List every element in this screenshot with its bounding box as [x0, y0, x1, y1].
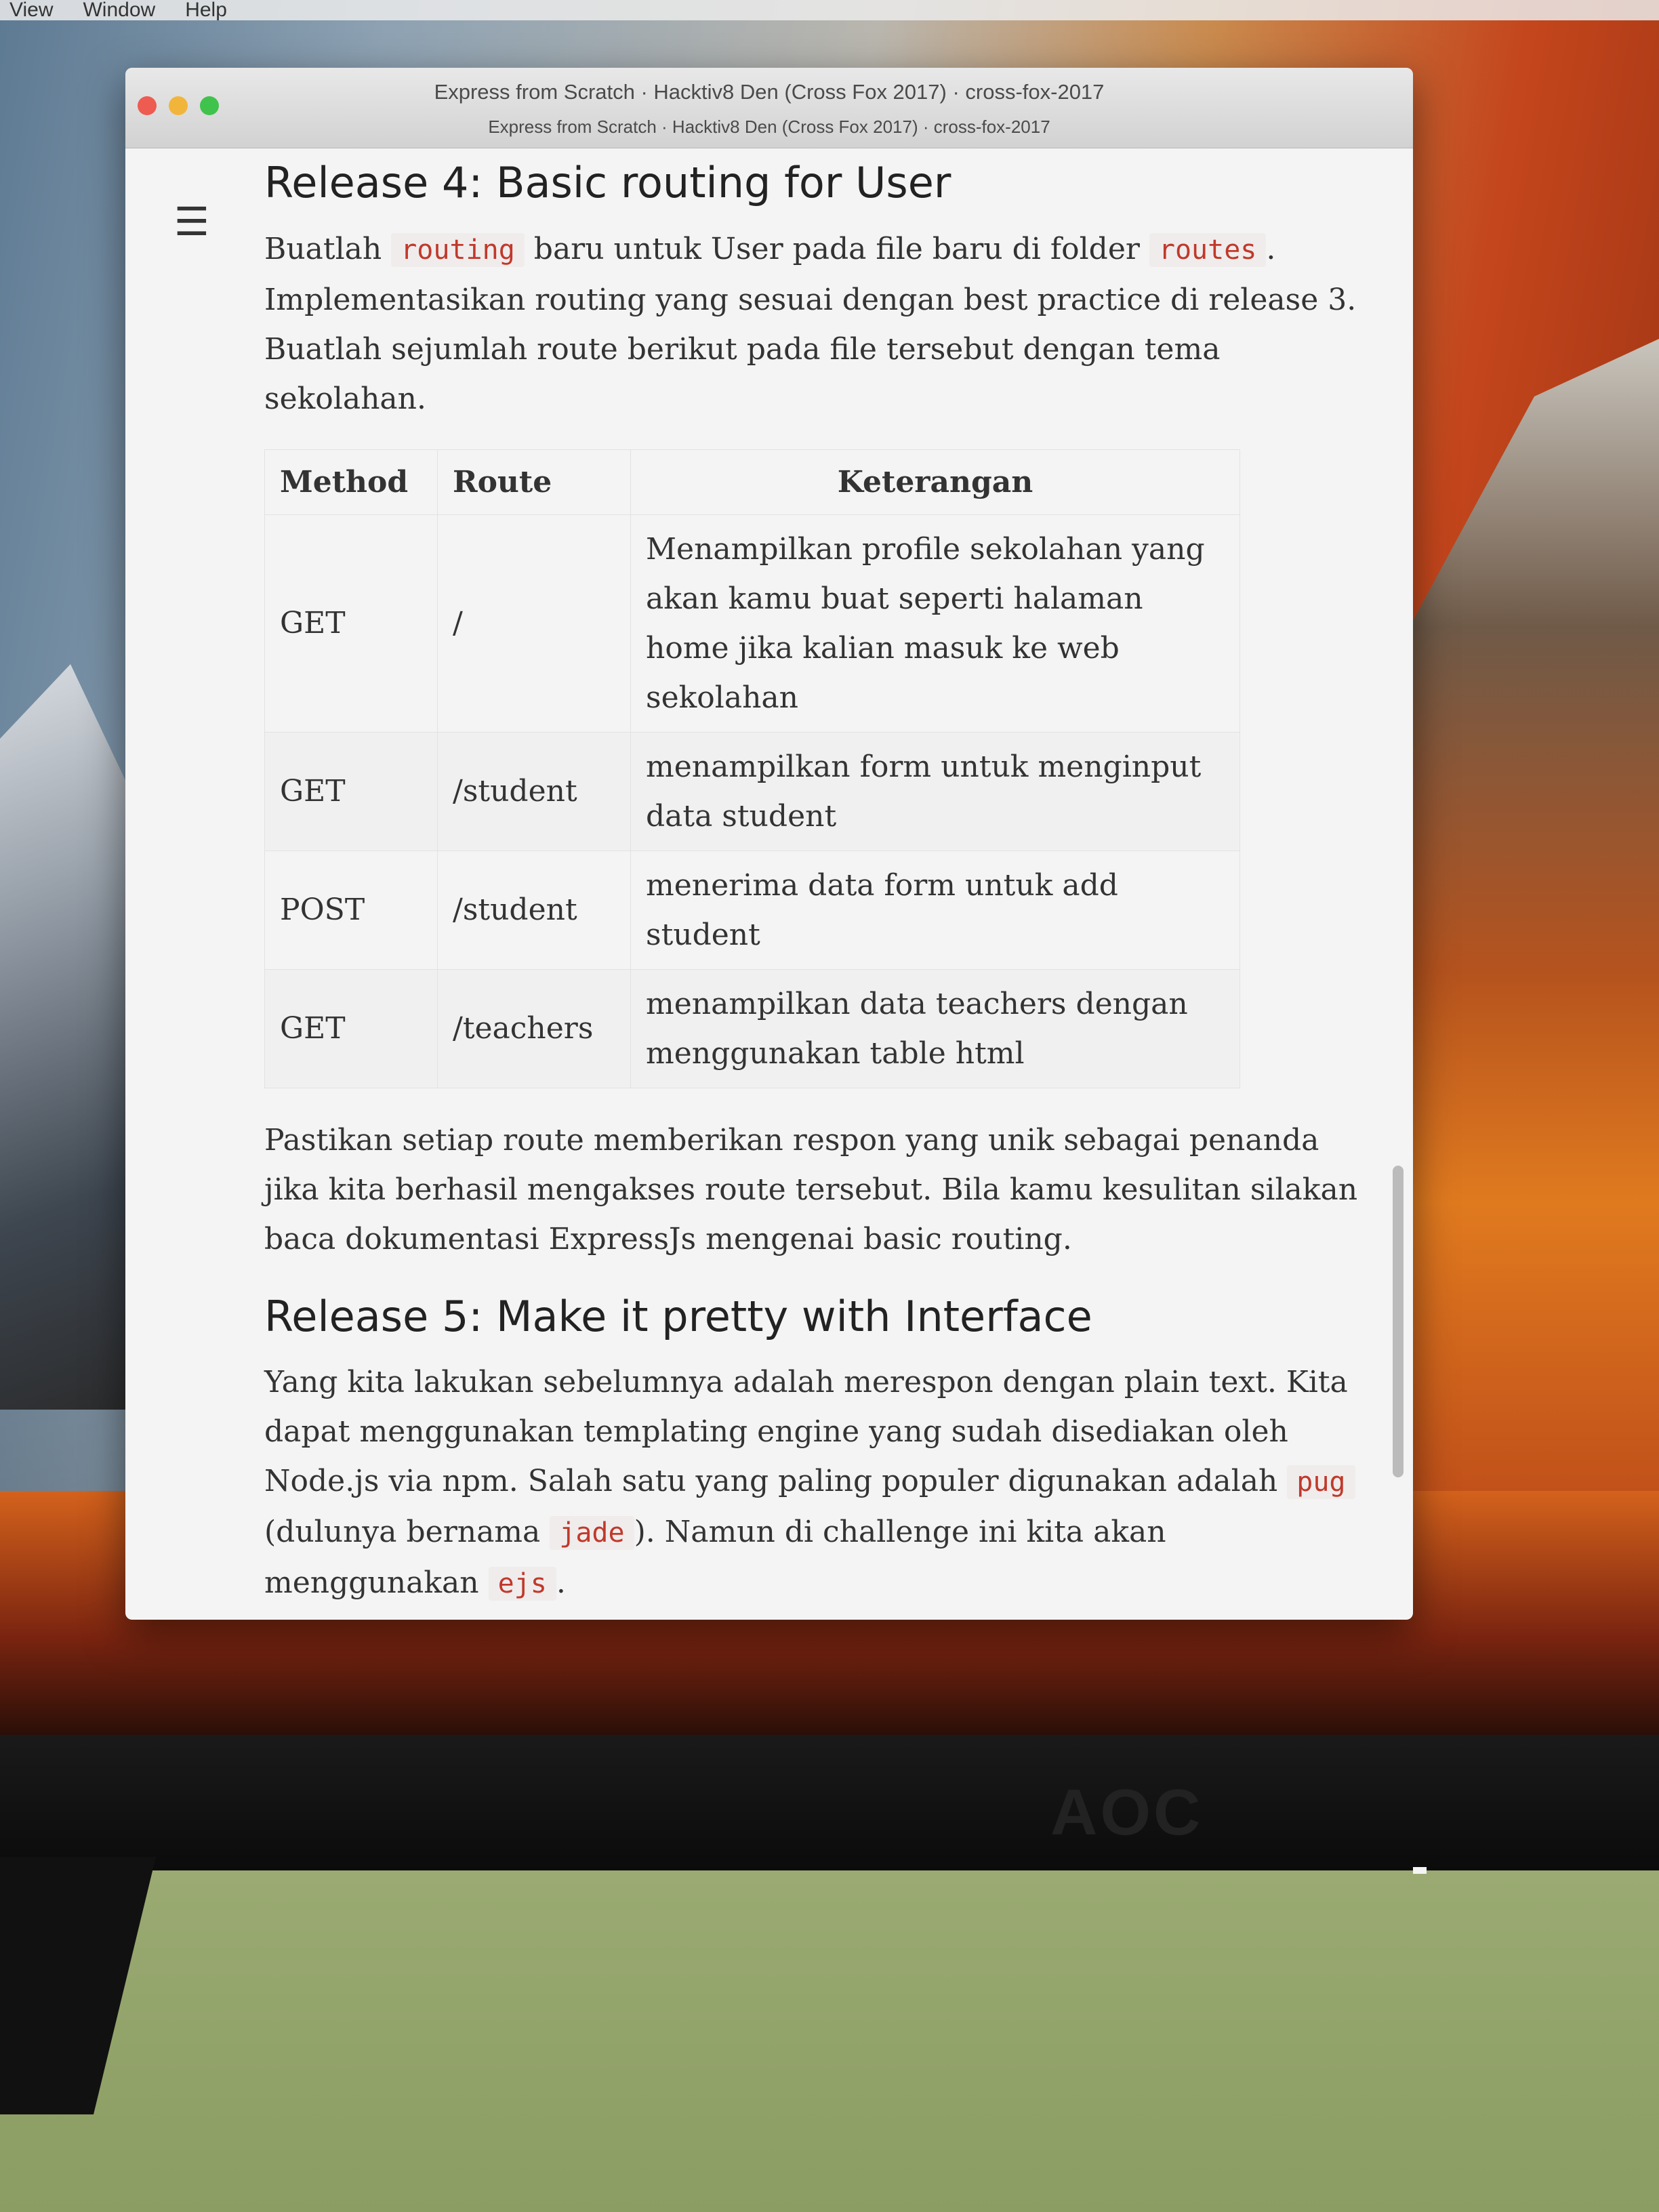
code-jade: jade [550, 1516, 634, 1551]
cell-method: GET [264, 514, 438, 733]
text-run: Buatlah [264, 231, 392, 266]
header-keterangan: Keterangan [630, 449, 1240, 515]
text-run: . [556, 1565, 566, 1601]
release5-heading: Release 5: Make it pretty with Interface [264, 1291, 1092, 1341]
monitor-bezel [0, 1735, 1659, 1870]
vertical-scrollbar[interactable] [1393, 1166, 1404, 1477]
cell-desc: menampilkan form untuk menginput data st… [630, 731, 1240, 851]
cell-method: GET [264, 731, 438, 851]
table-row: GET /teachers menampilkan data teachers … [264, 968, 1240, 1088]
text-run: Yang kita lakukan sebelumnya adalah mere… [264, 1365, 1348, 1499]
page-content: Release 4: Basic routing for User Buatla… [264, 156, 1369, 1620]
code-routing: routing [391, 232, 525, 267]
cell-route: / [437, 514, 631, 733]
browser-window: Express from Scratch · Hacktiv8 Den (Cro… [125, 68, 1413, 1620]
routes-table: Method Route Keterangan GET / Menampilka… [264, 449, 1240, 1088]
cell-desc: menampilkan data teachers dengan menggun… [630, 968, 1240, 1088]
code-ejs: ejs [488, 1567, 556, 1601]
cell-route: /student [437, 731, 631, 851]
desk-surface [0, 1870, 1659, 2212]
release5-intro: Yang kita lakukan sebelumnya adalah mere… [264, 1357, 1369, 1609]
window-titlebar[interactable]: Express from Scratch · Hacktiv8 Den (Cro… [125, 68, 1413, 148]
table-row: POST /student menerima data form untuk a… [264, 850, 1240, 970]
table-header-row: Method Route Keterangan [264, 449, 1240, 515]
header-method: Method [264, 449, 438, 515]
text-run: baru untuk User pada file baru di folder [524, 231, 1149, 266]
header-route: Route [437, 449, 631, 515]
monitor-brand-logo: AOC [1050, 1776, 1204, 1849]
code-pug: pug [1287, 1465, 1355, 1500]
hamburger-menu-icon[interactable]: ☰ [174, 202, 209, 241]
monitor-stand [0, 1857, 156, 2114]
wallpaper-mountain-right [1410, 339, 1659, 1491]
cell-desc: menerima data form untuk add student [630, 850, 1240, 970]
release4-heading: Release 4: Basic routing for User [264, 158, 951, 207]
menu-window[interactable]: Window [83, 0, 155, 22]
cell-desc: Menampilkan profile sekolahan yang akan … [630, 514, 1240, 733]
table-row: GET / Menampilkan profile sekolahan yang… [264, 514, 1240, 733]
table-row: GET /student menampilkan form untuk meng… [264, 731, 1240, 851]
release4-note: Pastikan setiap route memberikan respon … [264, 1122, 1358, 1256]
text-run: (dulunya bernama [264, 1515, 550, 1550]
cell-route: /teachers [437, 968, 631, 1088]
cell-method: GET [264, 968, 438, 1088]
code-routes: routes [1149, 232, 1267, 267]
release4-intro: Buatlah routing baru untuk User pada fil… [264, 224, 1369, 424]
mac-menubar: View Window Help [0, 0, 1659, 22]
menu-help[interactable]: Help [185, 0, 227, 22]
page-title: Express from Scratch · Hacktiv8 Den (Cro… [488, 117, 1050, 137]
cell-method: POST [264, 850, 438, 970]
cell-route: /student [437, 850, 631, 970]
menu-view[interactable]: View [9, 0, 53, 22]
power-led-icon [1413, 1867, 1427, 1874]
window-title: Express from Scratch · Hacktiv8 Den (Cro… [434, 80, 1105, 104]
